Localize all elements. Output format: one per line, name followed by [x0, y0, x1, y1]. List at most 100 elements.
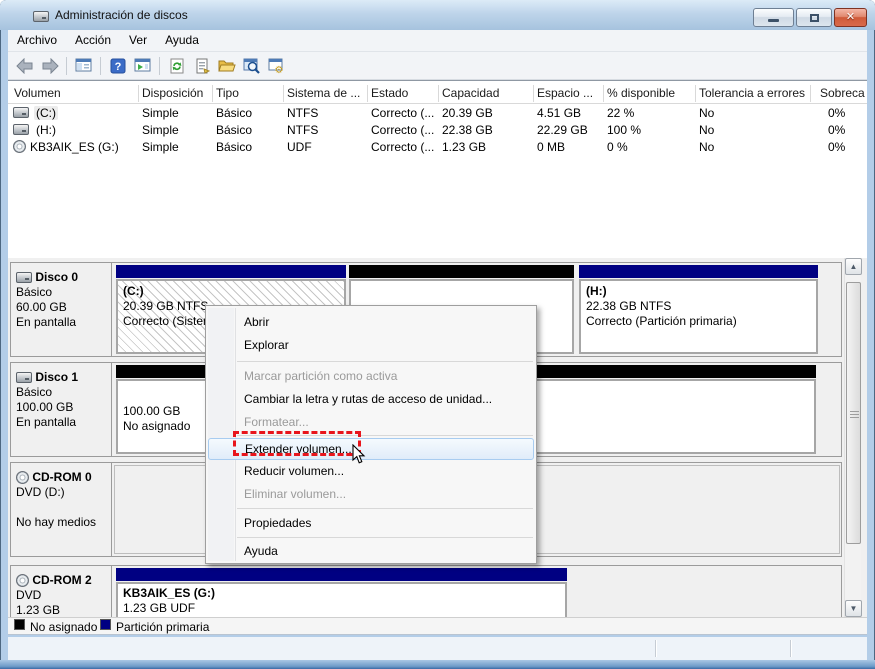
rescan-disks-button[interactable]	[240, 54, 263, 77]
col-sistema[interactable]: Sistema de ...	[287, 84, 360, 103]
cdrom0-title: CD-ROM 0	[32, 470, 91, 484]
legend-unallocated: No asignado	[30, 619, 97, 635]
status-bar	[8, 637, 867, 660]
menu-archivo[interactable]: Archivo	[8, 30, 66, 51]
primary-partition-swatch	[100, 619, 111, 630]
toolbar-separator	[159, 57, 160, 75]
show-action-pane-button[interactable]	[131, 54, 154, 77]
col-tolerancia[interactable]: Tolerancia a errores	[699, 84, 805, 103]
menu-item-propiedades[interactable]: Propiedades	[208, 512, 534, 535]
menubar: Archivo Acción Ver Ayuda	[8, 30, 867, 52]
disk1-title: Disco 1	[35, 370, 78, 384]
col-sobrecarga[interactable]: Sobreca	[820, 84, 865, 103]
scroll-up-button[interactable]: ▲	[845, 258, 862, 275]
partition-h[interactable]: (H:) 22.38 GB NTFS Correcto (Partición p…	[579, 265, 818, 354]
col-disponible[interactable]: % disponible	[607, 84, 675, 103]
menu-separator	[237, 537, 533, 538]
back-icon	[16, 58, 34, 74]
col-disposicion[interactable]: Disposición	[142, 84, 203, 103]
volume-name: (H:)	[36, 122, 56, 139]
mouse-cursor-icon	[352, 444, 366, 465]
hdd-icon	[13, 124, 29, 135]
volume-name: (C:)	[34, 106, 58, 120]
volume-list: Volumen Disposición Tipo Sistema de ... …	[8, 80, 867, 258]
menu-item-eliminar-volumen[interactable]: Eliminar volumen...	[208, 483, 534, 506]
primary-partition-bar	[116, 265, 346, 278]
maximize-icon	[810, 14, 819, 22]
open-button[interactable]	[215, 54, 238, 77]
cd-drive-icon	[16, 574, 29, 587]
toolbar-separator	[66, 57, 67, 75]
volume-row-h[interactable]: (H:) Simple Básico NTFS Correcto (... 22…	[8, 122, 867, 139]
cdrom0-label[interactable]: CD-ROM 0 DVD (D:) No hay medios	[11, 463, 112, 556]
toolbar-separator	[100, 57, 101, 75]
disk0-label[interactable]: Disco 0 Básico 60.00 GB En pantalla	[11, 263, 112, 356]
properties-button[interactable]	[190, 54, 213, 77]
back-button[interactable]	[13, 54, 36, 77]
volume-g-cell[interactable]: KB3AIK_ES (G:) 1.23 GB UDF	[116, 568, 567, 617]
volume-row-c[interactable]: (C:) Simple Básico NTFS Correcto (... 20…	[8, 105, 867, 122]
manage-gear-icon: ⚙	[268, 58, 285, 74]
vertical-scrollbar[interactable]: ▲ ▼	[844, 258, 861, 617]
scrollbar-thumb[interactable]	[846, 282, 861, 544]
scroll-down-button[interactable]: ▼	[845, 600, 862, 617]
action-pane-icon	[134, 58, 151, 73]
manage-button[interactable]: ⚙	[265, 54, 288, 77]
col-tipo[interactable]: Tipo	[216, 84, 239, 103]
svg-text:⚙: ⚙	[275, 65, 284, 74]
open-folder-icon	[218, 58, 236, 73]
col-volumen[interactable]: Volumen	[14, 84, 61, 103]
close-button[interactable]: ✕	[834, 8, 867, 27]
minimize-button[interactable]	[753, 8, 794, 27]
menu-separator	[237, 508, 533, 509]
primary-partition-bar	[116, 568, 567, 581]
volume-row-g[interactable]: KB3AIK_ES (G:) Simple Básico UDF Correct…	[8, 139, 867, 156]
cdrom2-label[interactable]: CD-ROM 2 DVD 1.23 GB	[11, 566, 112, 617]
menu-item-explorar[interactable]: Explorar	[208, 334, 534, 357]
show-console-tree-button[interactable]	[72, 54, 95, 77]
partition-h-body[interactable]: (H:) 22.38 GB NTFS Correcto (Partición p…	[579, 279, 818, 354]
close-icon: ✕	[835, 9, 866, 26]
disk-management-window: Administración de discos ✕ Archivo Acció…	[0, 0, 875, 669]
menu-item-abrir[interactable]: Abrir	[208, 311, 534, 334]
window-bottom-border	[0, 660, 875, 669]
cdrom2-row: CD-ROM 2 DVD 1.23 GB KB3AIK_ES (G:) 1.23…	[10, 565, 842, 617]
menu-item-cambiar-letra[interactable]: Cambiar la letra y rutas de acceso de un…	[208, 388, 534, 411]
menu-ver[interactable]: Ver	[120, 30, 156, 51]
volume-name: KB3AIK_ES (G:)	[30, 139, 119, 156]
disk1-label[interactable]: Disco 1 Básico 100.00 GB En pantalla	[11, 363, 112, 456]
menu-item-ayuda[interactable]: Ayuda	[208, 540, 534, 563]
legend: No asignado Partición primaria	[8, 617, 867, 635]
titlebar[interactable]: Administración de discos ✕	[0, 0, 875, 30]
svg-text:?: ?	[114, 61, 121, 73]
menu-ayuda[interactable]: Ayuda	[156, 30, 208, 51]
toolbar: ?	[8, 52, 867, 80]
minimize-icon	[768, 19, 779, 22]
help-icon: ?	[110, 58, 126, 74]
menu-separator	[237, 361, 533, 362]
cd-drive-icon	[16, 471, 29, 484]
cd-icon	[13, 140, 26, 153]
refresh-button[interactable]	[165, 54, 188, 77]
window-title: Administración de discos	[55, 8, 188, 22]
menu-accion[interactable]: Acción	[66, 30, 120, 51]
volume-g-body[interactable]: KB3AIK_ES (G:) 1.23 GB UDF	[116, 582, 567, 617]
maximize-button[interactable]	[796, 8, 832, 27]
col-estado[interactable]: Estado	[371, 84, 408, 103]
menu-item-reducir-volumen[interactable]: Reducir volumen...	[208, 460, 534, 483]
cdrom2-title: CD-ROM 2	[32, 573, 91, 587]
forward-button[interactable]	[38, 54, 61, 77]
unallocated-swatch	[14, 619, 25, 630]
console-tree-icon	[75, 58, 92, 73]
rescan-icon	[243, 57, 260, 74]
disk-icon	[16, 272, 32, 283]
menu-item-marcar-particion[interactable]: Marcar partición como activa	[208, 365, 534, 388]
properties-icon	[194, 58, 210, 74]
unallocated-bar	[349, 265, 574, 278]
refresh-icon	[169, 58, 185, 74]
help-button[interactable]: ?	[106, 54, 129, 77]
col-capacidad[interactable]: Capacidad	[442, 84, 499, 103]
col-espacio[interactable]: Espacio ...	[537, 84, 593, 103]
hdd-icon	[13, 107, 29, 118]
annotation-dashed-box	[233, 431, 361, 456]
